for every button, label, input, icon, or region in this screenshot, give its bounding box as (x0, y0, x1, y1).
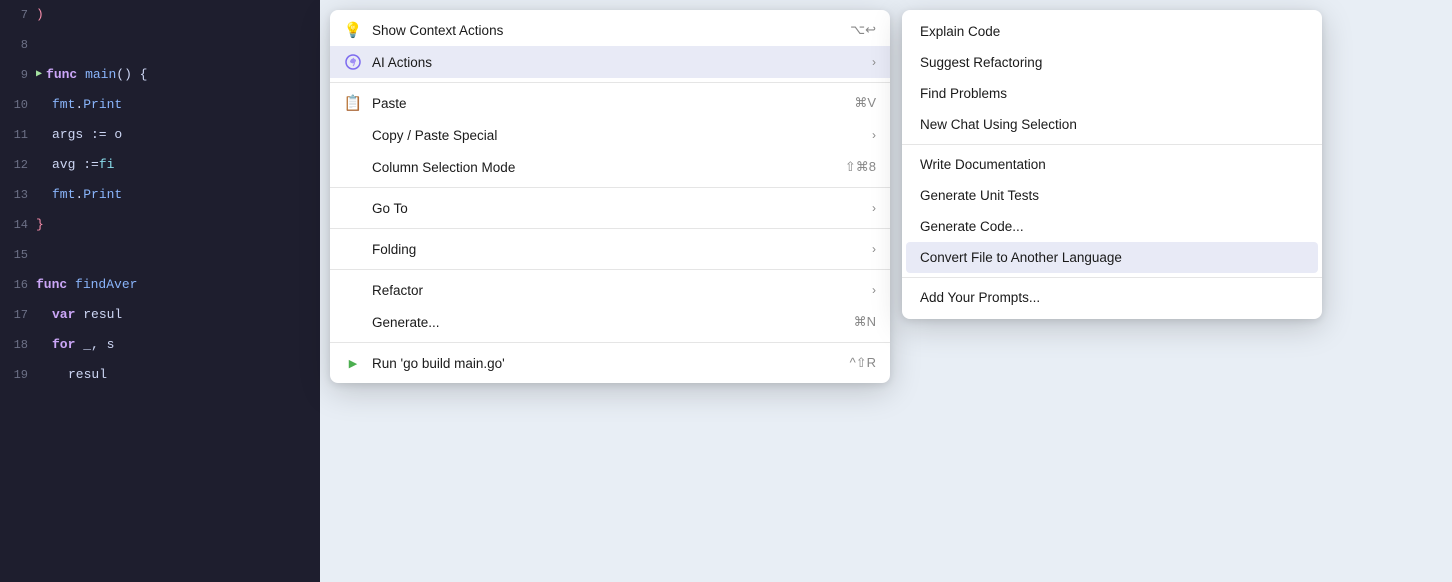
arrow-icon: › (872, 201, 876, 215)
arrow-icon: › (872, 55, 876, 69)
menu-item-show-context-actions[interactable]: 💡 Show Context Actions ⌥↩ (330, 14, 890, 46)
menu-item-label: Generate... (372, 315, 440, 330)
generate-icon (344, 313, 362, 331)
code-line-10: 10 fmt . Print (0, 90, 320, 120)
menu-item-label: Paste (372, 96, 407, 111)
code-line-7: 7 ) (0, 0, 320, 30)
submenu-divider-2 (902, 277, 1322, 278)
clipboard-icon: 📋 (344, 94, 362, 112)
menu-item-column-selection[interactable]: Column Selection Mode ⇧⌘8 (330, 151, 890, 183)
lightbulb-icon: 💡 (344, 21, 362, 39)
menu-divider-4 (330, 269, 890, 270)
submenu-label: New Chat Using Selection (920, 117, 1077, 132)
code-line-8: 8 (0, 30, 320, 60)
submenu-label: Generate Unit Tests (920, 188, 1039, 203)
code-line-13: 13 fmt . Print (0, 180, 320, 210)
menu-divider-2 (330, 187, 890, 188)
refactor-icon (344, 281, 362, 299)
menu-item-refactor[interactable]: Refactor › (330, 274, 890, 306)
menu-item-generate[interactable]: Generate... ⌘N (330, 306, 890, 338)
menu-item-label: Folding (372, 242, 416, 257)
menu-item-label: Go To (372, 201, 408, 216)
code-line-18: 18 for _, s (0, 330, 320, 360)
code-line-15: 15 (0, 240, 320, 270)
menu-item-run[interactable]: ▶ Run 'go build main.go' ^⇧R (330, 347, 890, 379)
menu-item-go-to[interactable]: Go To › (330, 192, 890, 224)
shortcut-generate: ⌘N (854, 314, 876, 330)
submenu-label: Convert File to Another Language (920, 250, 1122, 265)
menu-divider-3 (330, 228, 890, 229)
code-line-14: 14 } (0, 210, 320, 240)
submenu-item-write-docs[interactable]: Write Documentation (902, 149, 1322, 180)
submenu-item-suggest-refactoring[interactable]: Suggest Refactoring (902, 47, 1322, 78)
menu-item-label: Show Context Actions (372, 23, 503, 38)
submenu-divider-1 (902, 144, 1322, 145)
ai-icon (344, 53, 362, 71)
shortcut-run: ^⇧R (850, 355, 876, 371)
column-icon (344, 158, 362, 176)
arrow-icon: › (872, 128, 876, 142)
menu-divider-1 (330, 82, 890, 83)
menu-item-copy-paste-special[interactable]: Copy / Paste Special › (330, 119, 890, 151)
ai-submenu: Explain Code Suggest Refactoring Find Pr… (902, 10, 1322, 319)
menu-item-label: Run 'go build main.go' (372, 356, 505, 371)
submenu-item-gen-code[interactable]: Generate Code... (902, 211, 1322, 242)
code-line-12: 12 avg := fi (0, 150, 320, 180)
arrow-icon: › (872, 242, 876, 256)
submenu-item-add-prompts[interactable]: Add Your Prompts... (902, 282, 1322, 313)
context-menu: 💡 Show Context Actions ⌥↩ AI Actions › 📋… (330, 10, 890, 383)
code-line-19: 19 resul (0, 360, 320, 390)
submenu-item-find-problems[interactable]: Find Problems (902, 78, 1322, 109)
submenu-item-explain-code[interactable]: Explain Code (902, 16, 1322, 47)
shortcut-column: ⇧⌘8 (845, 159, 876, 175)
goto-icon (344, 199, 362, 217)
submenu-label: Add Your Prompts... (920, 290, 1040, 305)
folding-icon (344, 240, 362, 258)
code-line-11: 11 args := o (0, 120, 320, 150)
submenu-item-gen-unit-tests[interactable]: Generate Unit Tests (902, 180, 1322, 211)
submenu-label: Explain Code (920, 24, 1000, 39)
run-icon: ▶ (344, 354, 362, 372)
submenu-label: Generate Code... (920, 219, 1024, 234)
copy-paste-icon (344, 126, 362, 144)
code-line-9: 9 ▶ func main () { (0, 60, 320, 90)
menu-item-label: Copy / Paste Special (372, 128, 497, 143)
menu-item-label: Column Selection Mode (372, 160, 515, 175)
submenu-item-convert-file[interactable]: Convert File to Another Language (906, 242, 1318, 273)
shortcut-paste: ⌘V (854, 95, 876, 111)
menu-item-paste[interactable]: 📋 Paste ⌘V (330, 87, 890, 119)
submenu-item-new-chat[interactable]: New Chat Using Selection (902, 109, 1322, 140)
menu-divider-5 (330, 342, 890, 343)
menu-item-label: AI Actions (372, 55, 432, 70)
code-editor: 7 ) 8 9 ▶ func main () { 10 fmt . Print … (0, 0, 320, 582)
submenu-label: Suggest Refactoring (920, 55, 1042, 70)
submenu-label: Find Problems (920, 86, 1007, 101)
menu-item-ai-actions[interactable]: AI Actions › (330, 46, 890, 78)
submenu-label: Write Documentation (920, 157, 1046, 172)
arrow-icon: › (872, 283, 876, 297)
code-line-17: 17 var resul (0, 300, 320, 330)
code-line-16: 16 func findAver (0, 270, 320, 300)
shortcut-show-context: ⌥↩ (850, 22, 876, 38)
menu-item-label: Refactor (372, 283, 423, 298)
menu-item-folding[interactable]: Folding › (330, 233, 890, 265)
